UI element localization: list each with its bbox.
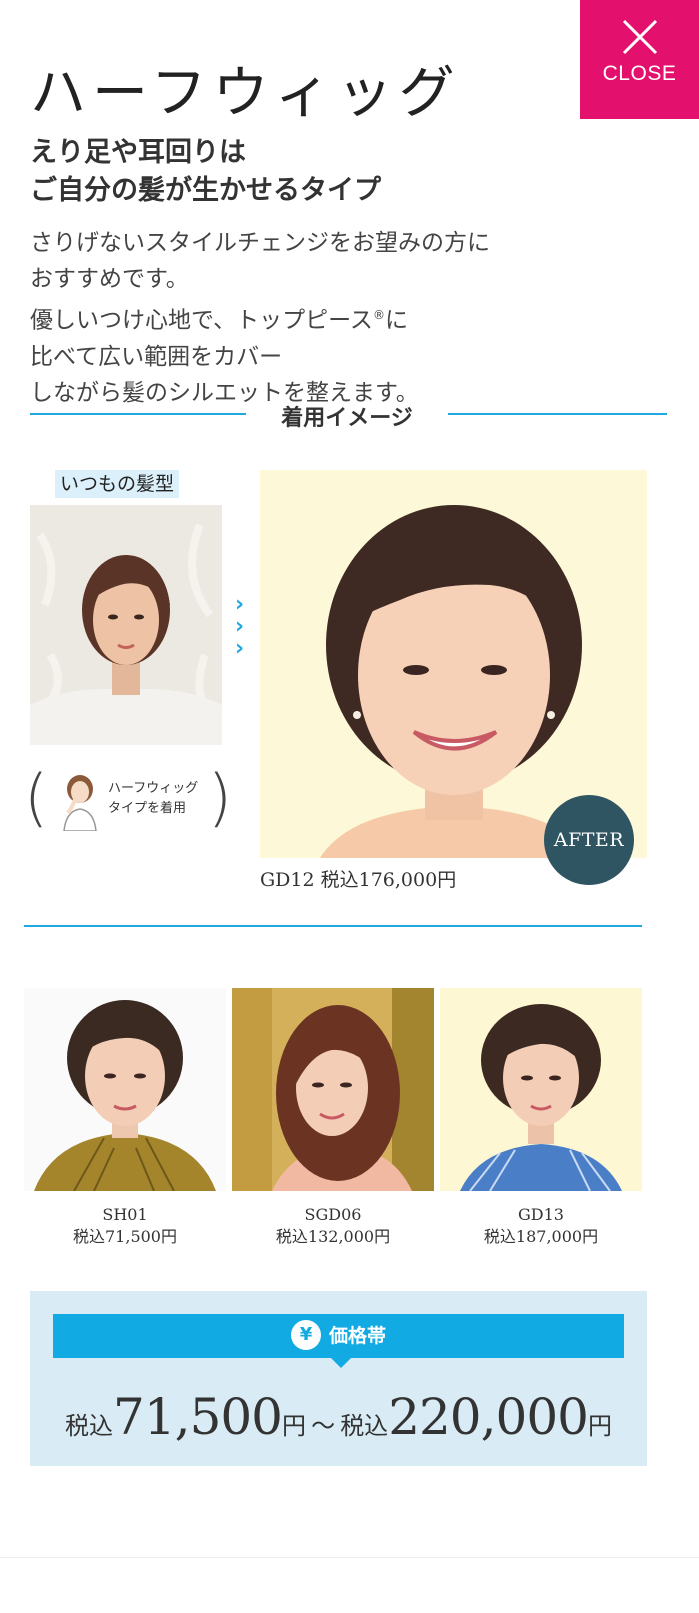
product-photo (440, 988, 642, 1191)
registered-mark: ® (372, 308, 385, 322)
price-range-heading: ¥ 価格帯 (53, 1314, 624, 1358)
description-text: 優しいつけ心地で、トップピース (30, 307, 373, 334)
close-button[interactable]: CLOSE (580, 0, 699, 119)
product-caption: SGD06 税込132,000円 (232, 1204, 434, 1248)
product-card[interactable]: SH01 税込71,500円 (24, 988, 226, 1248)
product-code: GD13 (518, 1205, 564, 1224)
description-line: さりげないスタイルチェンジをお望みの方に (30, 230, 490, 256)
divider-line (448, 413, 667, 415)
description-line: 比べて広い範囲をカバー (30, 343, 283, 370)
yen-unit: 円 (282, 1412, 306, 1440)
product-photo (232, 988, 434, 1191)
section-heading-text: 着用イメージ (281, 406, 413, 431)
paren-right: ) (207, 761, 232, 834)
product-price: 税込132,000円 (275, 1227, 391, 1246)
yen-icon: ¥ (290, 1319, 321, 1350)
divider-line (30, 413, 246, 415)
price-max: 220,000 (388, 1388, 589, 1446)
chevron-right-icon: › (235, 614, 245, 639)
main-caption: GD12 税込176,000円 (260, 869, 457, 891)
product-card[interactable]: SGD06 税込132,000円 (232, 988, 434, 1248)
product-code: SH01 (102, 1205, 148, 1224)
woman-illustration-icon (63, 775, 97, 831)
wear-badge: ( ハーフウィッグ タイプを着用 ) (24, 761, 232, 835)
product-photo (24, 988, 226, 1191)
arrows: › › › (235, 594, 255, 660)
section-heading: 着用イメージ (30, 400, 667, 431)
range-separator: ～ (311, 1412, 336, 1440)
close-icon (622, 19, 657, 55)
after-badge: AFTER (544, 795, 634, 885)
subtitle-line: ご自分の髪が生かせるタイプ (30, 175, 381, 206)
yen-unit: 円 (587, 1412, 612, 1440)
wear-badge-line: ハーフウィッグ (108, 781, 199, 796)
product-code: SGD06 (304, 1205, 362, 1224)
price-range-values: 税込71,500円 ～ 税込220,000円 (30, 1388, 647, 1446)
product-caption: SH01 税込71,500円 (24, 1204, 226, 1248)
price-range-title: 価格帯 (328, 1325, 386, 1347)
chevron-right-icon: › (235, 592, 245, 617)
footer-line (0, 1557, 699, 1558)
description-line: 優しいつけ心地で、トップピース®に (30, 297, 490, 339)
product-card[interactable]: GD13 税込187,000円 (440, 988, 642, 1248)
heading-pointer (330, 1357, 352, 1368)
product-price: 税込187,000円 (483, 1227, 599, 1246)
paren-left: ( (24, 761, 49, 834)
description-text: に (384, 307, 408, 334)
product-caption: GD13 税込187,000円 (440, 1204, 642, 1248)
page-title: ハーフウィッグ (30, 61, 461, 126)
subtitle-line: えり足や耳回りは (30, 137, 246, 168)
price-range-panel: ¥ 価格帯 税込71,500円 ～ 税込220,000円 (30, 1291, 647, 1466)
before-photo (30, 505, 222, 745)
tax-label: 税込 (65, 1412, 114, 1440)
subtitle: えり足や耳回りは ご自分の髪が生かせるタイプ (30, 134, 381, 210)
close-label: CLOSE (602, 62, 677, 85)
tax-label: 税込 (340, 1412, 389, 1440)
wear-badge-text: ハーフウィッグ タイプを着用 (108, 779, 198, 819)
before-tag: いつもの髪型 (55, 470, 180, 498)
wear-badge-line: タイプを着用 (108, 801, 187, 816)
description-line: おすすめです。 (30, 266, 189, 292)
chevron-right-icon: › (235, 636, 245, 661)
description: さりげないスタイルチェンジをお望みの方に おすすめです。 優しいつけ心地で、トッ… (30, 225, 490, 411)
price-min: 71,500 (113, 1388, 283, 1446)
product-price: 税込71,500円 (73, 1227, 177, 1246)
section-divider (24, 925, 642, 927)
